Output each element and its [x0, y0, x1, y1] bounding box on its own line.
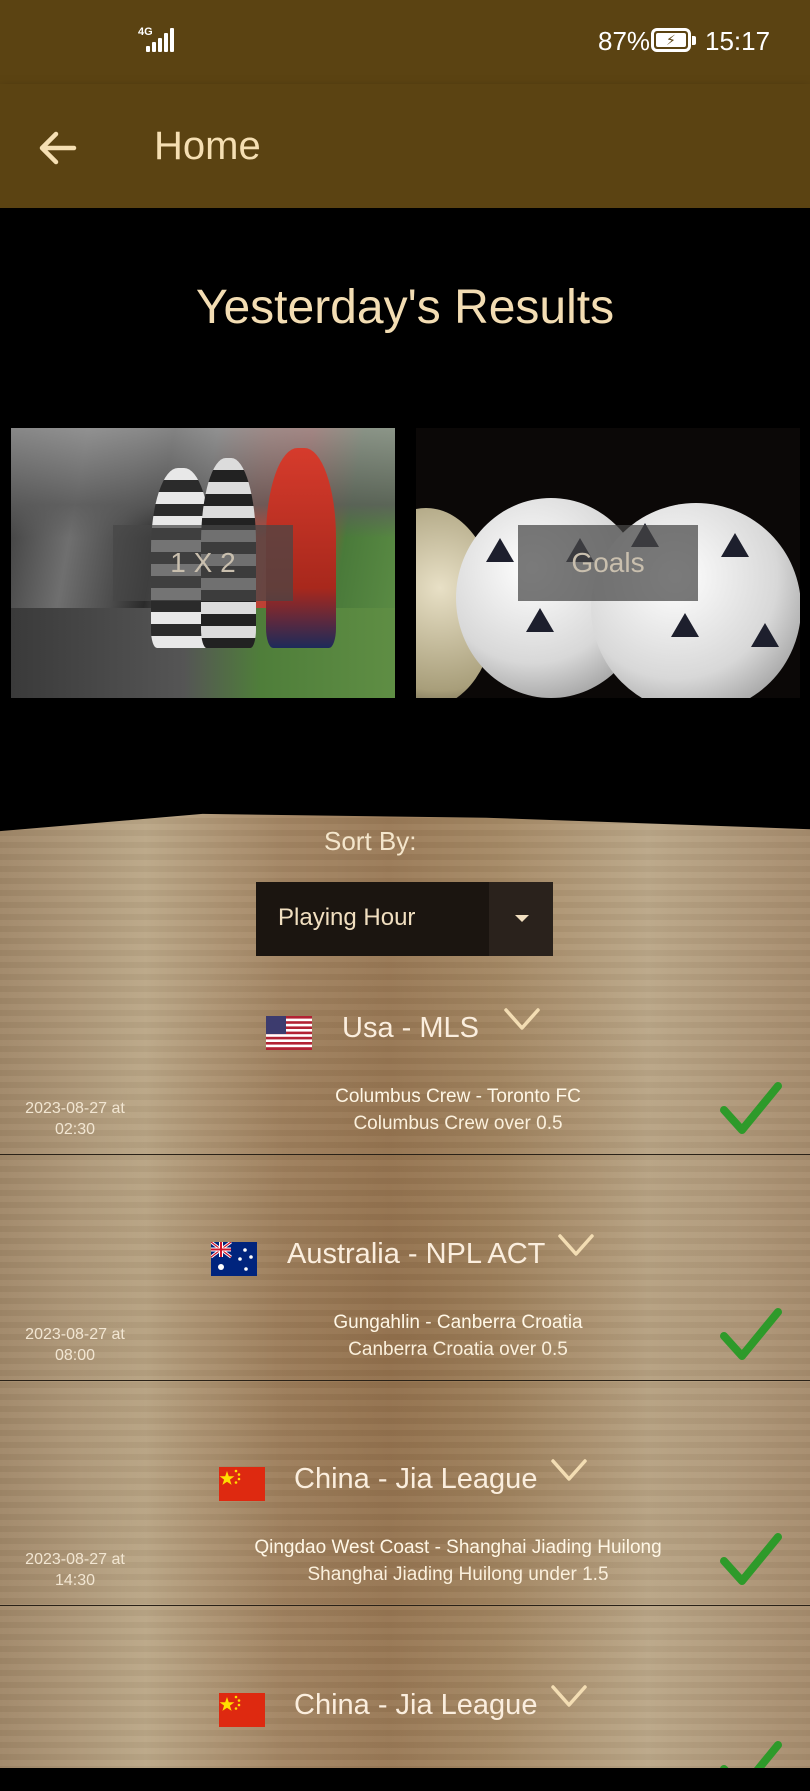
match-tip: Columbus Crew over 0.5 [353, 1113, 563, 1134]
battery-percent: 87% [598, 26, 651, 56]
match-row[interactable]: 2023-08-27 at 14:30 Qingdao West Coast -… [0, 1533, 810, 1603]
section-title: Yesterday's Results [195, 281, 615, 334]
league-header[interactable]: Australia - NPL ACT [0, 1230, 810, 1300]
chevron-down-icon [558, 1234, 594, 1256]
check-icon [720, 1308, 782, 1360]
match-date: 2023-08-27 at [25, 1551, 125, 1568]
match-datetime: 2023-08-27 at 08:00 [8, 1324, 142, 1366]
match-date: 2023-08-27 at [25, 1326, 125, 1343]
league-header[interactable]: China - Jia League [0, 1455, 810, 1525]
sort-label: Sort By: [324, 826, 417, 856]
card-label: Goals [518, 525, 698, 601]
league-header[interactable]: Usa - MLS [0, 1004, 810, 1074]
app-bar: Home [0, 84, 810, 208]
match-datetime: 2023-08-27 at 14:30 [8, 1549, 142, 1591]
navigation-bar [0, 1768, 810, 1791]
card-goals[interactable]: Goals [416, 428, 800, 698]
league-header[interactable]: China - Jia League [0, 1681, 810, 1751]
cn-flag-icon [219, 1467, 265, 1501]
clock: 15:17 [705, 26, 771, 56]
match-row[interactable]: 2023-08-27 at 02:30 Columbus Crew - Toro… [0, 1082, 810, 1152]
match-time: 14:30 [54, 1572, 96, 1589]
check-icon [720, 1741, 782, 1768]
match-teams: Qingdao West Coast - Shanghai Jiading Hu… [254, 1537, 662, 1558]
match-tip: Canberra Croatia over 0.5 [348, 1339, 568, 1360]
league-name: China - Jia League [294, 1463, 538, 1495]
page-title: Home [154, 124, 261, 168]
arrow-left-icon [39, 131, 77, 165]
sort-selected-value: Playing Hour [278, 904, 416, 931]
dropdown-toggle[interactable] [489, 882, 553, 956]
match-time: 08:00 [54, 1347, 96, 1364]
match-row[interactable]: 2023-08-27 at 08:00 Gungahlin - Canberra… [0, 1308, 810, 1378]
sort-dropdown[interactable]: Playing Hour [256, 882, 553, 956]
match-date: 2023-08-27 at [25, 1100, 125, 1117]
league-group: Usa - MLS 2023-08-27 at 02:30 Columbus C… [0, 1004, 810, 1230]
signal-icon: 4G [138, 26, 182, 54]
status-bar: 4G 87% ⚡ 15:17 [0, 0, 810, 84]
league-group: Australia - NPL ACT 2023-08-27 at 08:00 … [0, 1230, 810, 1456]
divider [0, 1380, 810, 1381]
battery-icon: ⚡ [651, 28, 696, 52]
league-name: Australia - NPL ACT [287, 1238, 546, 1270]
cn-flag-icon [219, 1693, 265, 1727]
match-teams: Columbus Crew - Toronto FC [335, 1086, 581, 1107]
match-time: 02:30 [54, 1121, 96, 1138]
match-teams: Gungahlin - Canberra Croatia [333, 1312, 583, 1333]
check-icon [720, 1082, 782, 1134]
check-icon [720, 1533, 782, 1585]
league-name: Usa - MLS [342, 1012, 479, 1044]
network-type: 4G [138, 26, 153, 38]
chevron-down-icon [504, 1008, 540, 1030]
divider [0, 1154, 810, 1155]
chevron-down-icon [551, 1685, 587, 1707]
back-button[interactable] [34, 124, 82, 172]
card-label: 1 X 2 [113, 525, 293, 601]
au-flag-icon [211, 1242, 257, 1276]
league-name: China - Jia League [294, 1689, 538, 1721]
league-group: China - Jia League [0, 1681, 810, 1768]
league-group: China - Jia League 2023-08-27 at 14:30 Q… [0, 1455, 810, 1681]
match-tip: Shanghai Jiading Huilong under 1.5 [307, 1564, 609, 1585]
us-flag-icon [266, 1016, 312, 1050]
caret-down-icon [515, 915, 529, 922]
chevron-down-icon [551, 1459, 587, 1481]
match-datetime: 2023-08-27 at 02:30 [8, 1098, 142, 1140]
card-1x2[interactable]: 1 X 2 [11, 428, 395, 698]
divider [0, 1605, 810, 1606]
